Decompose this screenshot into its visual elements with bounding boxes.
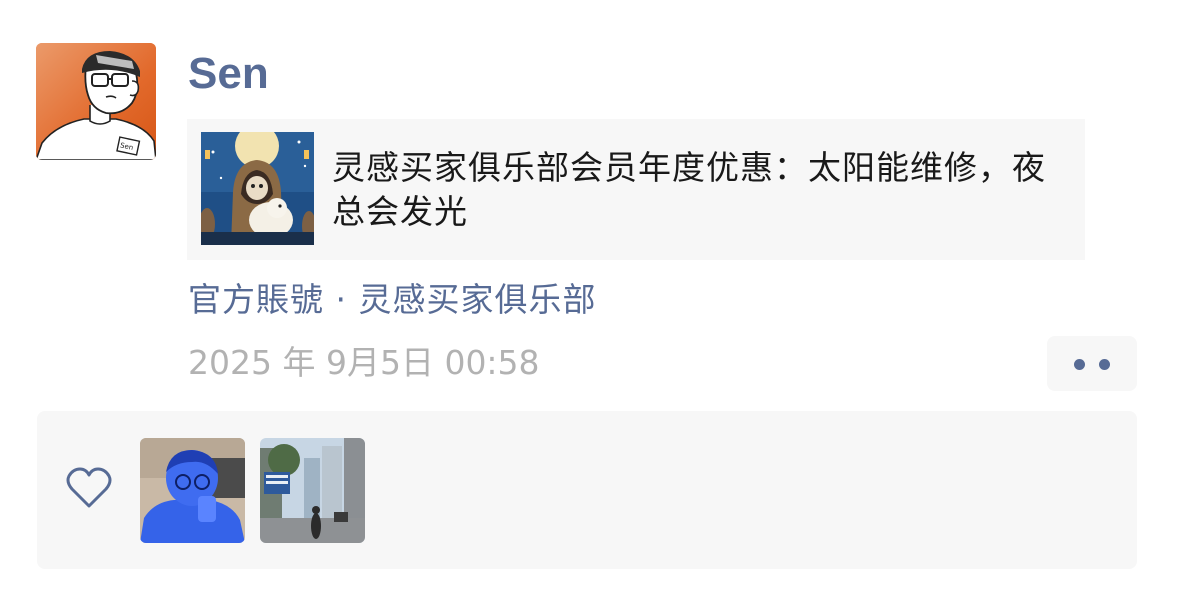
article-thumbnail — [201, 132, 314, 245]
post-timestamp: 2025 年 9月5日 00:58 — [188, 343, 540, 382]
more-dot-icon — [1099, 359, 1110, 370]
liker-avatar[interactable] — [260, 438, 365, 543]
more-options-button[interactable] — [1047, 336, 1137, 391]
author-avatar[interactable]: Sen — [36, 43, 156, 160]
liker-avatar[interactable] — [140, 438, 245, 543]
author-name[interactable]: Sen — [188, 46, 269, 102]
shared-article-card[interactable]: 灵感买家俱乐部会员年度优惠：太阳能维修，夜总会发光 — [187, 119, 1085, 260]
article-title: 灵感买家俱乐部会员年度优惠：太阳能维修，夜总会发光 — [332, 148, 1046, 231]
likes-panel — [37, 411, 1137, 569]
official-account-link[interactable]: 官方賬號 · 灵感买家俱乐部 — [188, 278, 596, 322]
heart-outline-icon — [66, 467, 112, 508]
more-dot-icon — [1074, 359, 1085, 370]
